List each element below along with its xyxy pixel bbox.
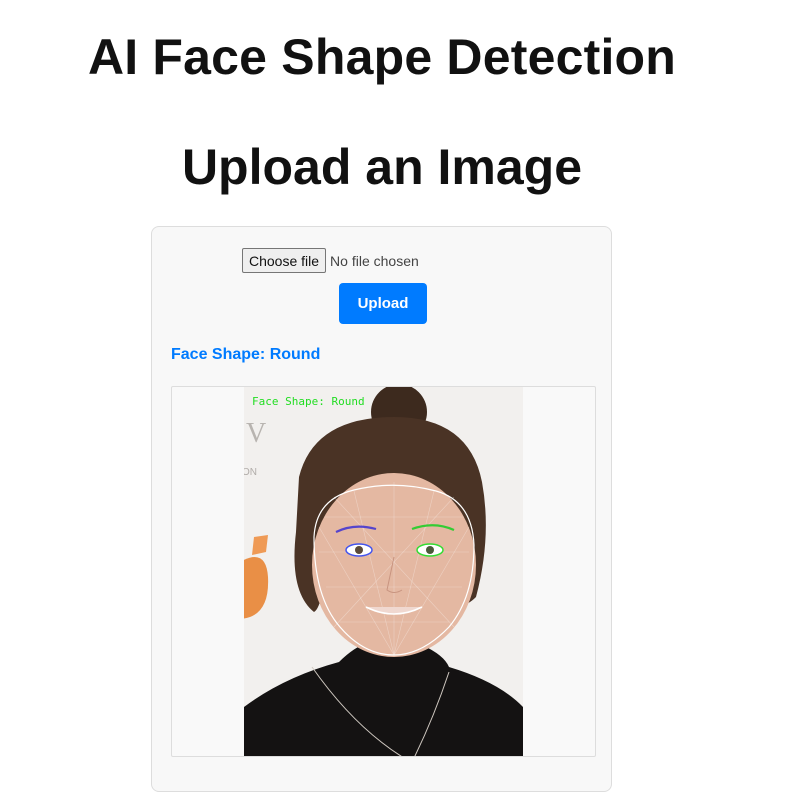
- svg-text:V: V: [246, 418, 266, 449]
- annotated-face-photo: V ON: [244, 387, 523, 756]
- face-shape-result: Face Shape: Round: [171, 346, 321, 363]
- svg-text:ON: ON: [244, 467, 257, 478]
- page: AI Face Shape Detection Upload an Image …: [0, 0, 800, 800]
- file-input[interactable]: Choose file No file chosen: [242, 248, 419, 273]
- upload-card: Choose file No file chosen Upload Face S…: [151, 226, 612, 792]
- choose-file-button[interactable]: Choose file: [242, 248, 327, 273]
- upload-button[interactable]: Upload: [339, 283, 427, 324]
- page-title: AI Face Shape Detection: [87, 29, 677, 85]
- upload-heading: Upload an Image: [181, 139, 583, 195]
- file-status: No file chosen: [330, 252, 419, 269]
- result-image-frame: V ON: [171, 386, 596, 757]
- overlay-face-shape-label: Face Shape: Round: [252, 395, 365, 408]
